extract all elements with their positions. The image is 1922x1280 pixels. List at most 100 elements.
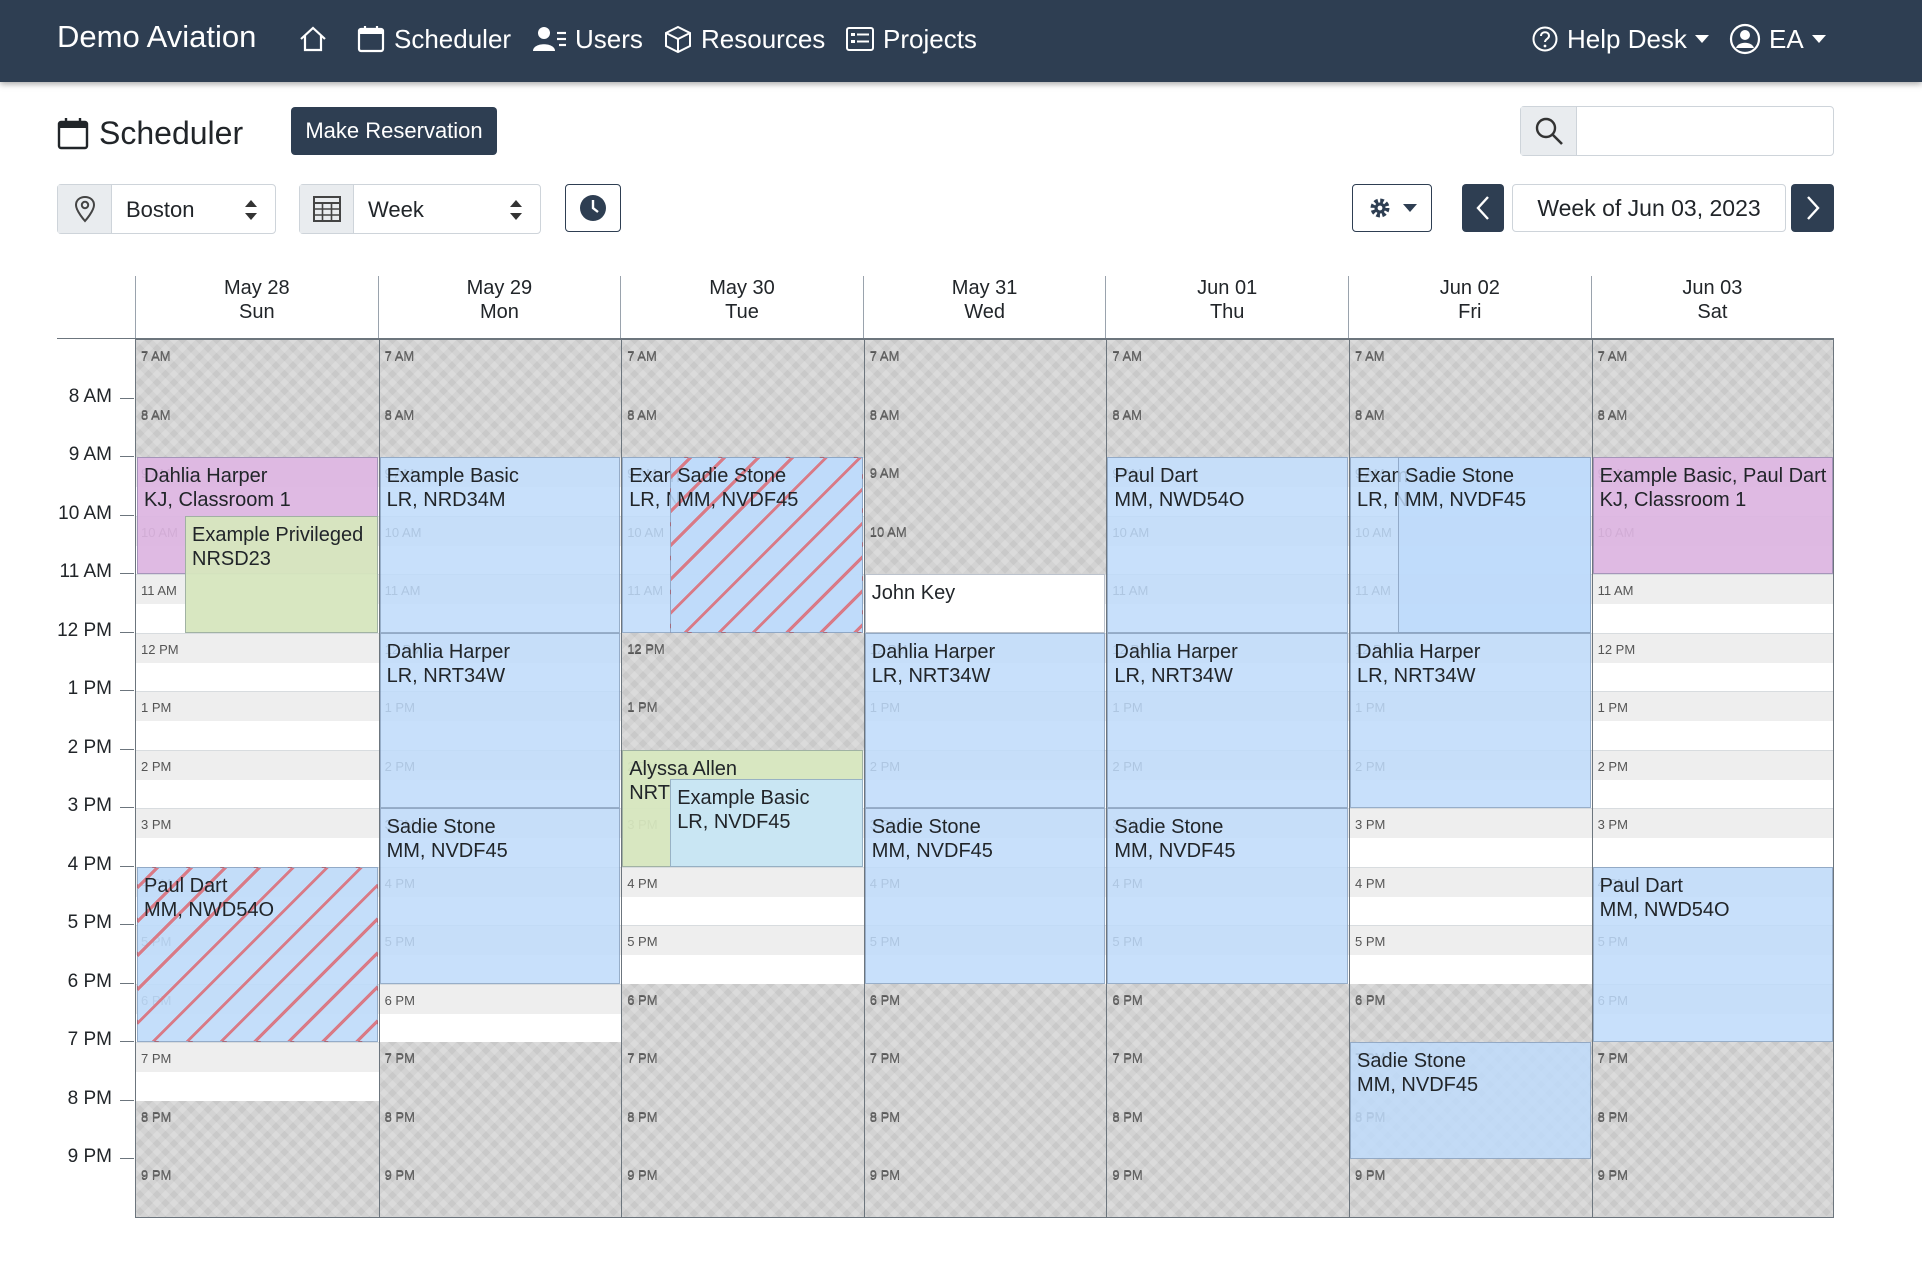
brand-name[interactable]: Demo Aviation (57, 19, 256, 55)
time-axis-label: 1 PM (67, 678, 112, 699)
time-slot[interactable]: 12 PM (136, 632, 379, 692)
time-axis-label: 8 PM (67, 1087, 112, 1109)
time-slot-shade (1350, 867, 1592, 897)
time-button[interactable] (565, 184, 621, 232)
time-axis-label: 12 PM (57, 619, 112, 641)
time-slot[interactable]: 12 PM (1592, 632, 1833, 692)
time-slot[interactable]: 7 PM (136, 1042, 379, 1101)
time-slot-label: 7 AM (869, 348, 900, 363)
reservation-resource: MM, NVDF45 (871, 840, 993, 862)
time-slot[interactable]: 5 PM (1350, 925, 1592, 984)
reservation-event[interactable]: Dahlia Harper LR, NRT34W (864, 632, 1106, 808)
top-navbar: Demo Aviation Scheduler Users Resources … (0, 0, 1922, 82)
reservation-event[interactable]: Sadie Stone MM, NVDF45 (864, 808, 1106, 984)
chevron-down-icon (1811, 35, 1826, 43)
time-slot[interactable]: 4 PM (622, 866, 864, 926)
day-header-date: Jun 01 (1197, 277, 1258, 299)
nav-projects[interactable]: Projects (845, 22, 977, 56)
time-slot[interactable]: 6 PM (379, 983, 622, 1043)
previous-week-button[interactable] (1462, 184, 1504, 232)
reservation-event[interactable]: Sadie Stone MM, NVDF45 (379, 808, 621, 984)
day-header[interactable]: Jun 01 Thu (1105, 276, 1348, 338)
time-slot-label: 11 AM (141, 583, 177, 598)
view-select[interactable]: Week (299, 184, 541, 234)
time-axis-tick (120, 1158, 134, 1159)
reservation-name: Example Basic, Paul Dart (1599, 465, 1827, 487)
time-slot[interactable]: 2 PM (1592, 749, 1833, 809)
day-header[interactable]: May 29 Mon (377, 276, 621, 338)
reservation-event[interactable]: Sadie Stone MM, NVDF45 (1398, 457, 1591, 633)
time-slot-label: 9 PM (384, 1167, 415, 1182)
time-slot[interactable]: 11 AM (1592, 574, 1833, 633)
reservation-event[interactable]: Paul Dart MM, NWD54O (137, 866, 378, 1042)
day-header-date: May 31 (951, 277, 1018, 299)
day-header-weekday: Thu (1209, 301, 1245, 323)
make-reservation-button[interactable]: Make Reservation (291, 107, 497, 155)
reservation-event[interactable]: Dahlia Harper LR, NRT34W (1350, 632, 1591, 808)
search-input[interactable] (1578, 107, 1832, 155)
time-slot-label: 7 PM (384, 1050, 415, 1065)
nav-users[interactable]: Users (533, 22, 643, 56)
day-header[interactable]: Jun 03 Sat (1590, 276, 1834, 338)
settings-dropdown-button[interactable] (1352, 184, 1432, 232)
calendar-grid: 7 AM 8 AM 9 AM 10 AM 11 AM 12 PM 1 PM 2 PM 3 PM 4… (135, 339, 1834, 1218)
user-circle-icon (1729, 23, 1761, 55)
time-slot-label: 8 AM (1355, 406, 1385, 422)
day-header[interactable]: May 28 Sun (135, 276, 378, 338)
nav-help-desk-label: Help Desk (1567, 23, 1687, 54)
nav-scheduler[interactable]: Scheduler (356, 22, 511, 56)
time-slot[interactable]: 3 PM (136, 808, 379, 867)
time-slot-label: 5 PM (627, 934, 658, 949)
time-axis-tick (120, 865, 134, 867)
reservation-event[interactable]: Dahlia Harper LR, NRT34W (379, 632, 621, 808)
nav-resources[interactable]: Resources (663, 22, 825, 56)
time-slot-label: 1 PM (141, 700, 172, 715)
location-select[interactable]: Boston (57, 184, 276, 234)
day-header[interactable]: May 30 Tue (620, 276, 863, 338)
reservation-resource: MM, NWD54O (144, 898, 274, 921)
reservation-event[interactable]: Example Basic LR, NRD34M (379, 457, 621, 633)
day-header[interactable]: May 31 Wed (862, 276, 1106, 338)
day-header-weekday: Mon (479, 301, 519, 323)
time-slot-shade (136, 750, 379, 780)
reservation-event[interactable]: Sadie Stone MM, NVDF45 (1107, 808, 1348, 984)
next-week-button[interactable] (1791, 184, 1834, 232)
reservation-name: Sadie Stone (1357, 1050, 1466, 1072)
reservation-resource: MM, NWD54O (1114, 489, 1245, 511)
users-icon (533, 27, 566, 51)
reservation-event[interactable]: Sadie Stone MM, NVDF45 (670, 457, 863, 633)
time-slot[interactable]: 3 PM (1592, 808, 1833, 867)
nav-scheduler-label: Scheduler (394, 23, 512, 54)
time-slot[interactable]: 4 PM (1350, 866, 1592, 926)
time-axis-tick (120, 807, 134, 808)
time-slot[interactable]: 2 PM (136, 749, 379, 809)
time-slot[interactable]: 1 PM (1592, 691, 1833, 750)
time-slot[interactable]: 3 PM (1350, 808, 1592, 867)
reservation-name: Sadie Stone (677, 465, 787, 487)
time-slot-label: 9 PM (141, 1167, 172, 1182)
reservation-event[interactable]: Example Basic, Paul Dart KJ, Classroom 1 (1592, 457, 1833, 574)
reservation-name: Paul Dart (144, 874, 228, 897)
time-slot-shade (1592, 809, 1833, 838)
nav-user-menu[interactable]: EA (1729, 22, 1826, 56)
reservation-event[interactable]: Sadie Stone MM, NVDF45 (1350, 1042, 1591, 1159)
time-slot-label: 12 PM (141, 641, 179, 657)
time-slot-shade (622, 867, 864, 897)
nav-help-desk[interactable]: Help Desk (1531, 22, 1709, 56)
day-header-date: May 30 (709, 277, 775, 299)
reservation-name: Dahlia Harper (1114, 640, 1238, 663)
reservation-event[interactable]: John Key (864, 574, 1106, 633)
nav-home[interactable] (298, 22, 336, 56)
question-circle-icon (1532, 26, 1558, 52)
reservation-event[interactable]: Paul Dart MM, NWD54O (1107, 457, 1348, 633)
day-header-date: Jun 03 (1682, 277, 1743, 299)
reservation-event[interactable]: Example Basic LR, NVDF45 (670, 778, 863, 867)
time-slot[interactable]: 1 PM (136, 691, 379, 750)
reservation-event[interactable]: Example Privileged NRSD23 (185, 515, 378, 633)
unavailable-block (379, 1042, 622, 1217)
time-slot[interactable]: 5 PM (622, 925, 864, 984)
reservation-event[interactable]: Paul Dart MM, NWD54O (1592, 866, 1833, 1042)
reservation-event[interactable]: Dahlia Harper LR, NRT34W (1107, 632, 1348, 808)
day-header[interactable]: Jun 02 Fri (1348, 276, 1591, 338)
time-slot-label: 8 PM (869, 1108, 901, 1124)
